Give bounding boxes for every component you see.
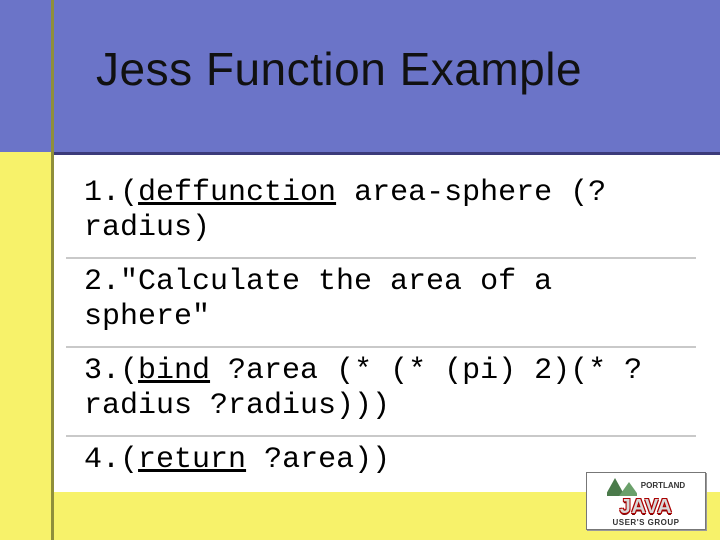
keyword-deffunction: deffunction	[138, 176, 336, 210]
line-number: 1.	[84, 176, 120, 210]
line-number: 3.	[84, 354, 120, 388]
line-number: 4.	[84, 443, 120, 477]
code-line-2: 2."Calculate the area of a sphere"	[66, 259, 696, 348]
code-text: ?area))	[246, 443, 390, 477]
code-line-1: 1.(deffunction area-sphere (?radius)	[66, 170, 696, 259]
logo-org: PORTLAND	[641, 482, 685, 490]
paren: (	[120, 443, 138, 477]
code-text: 2."Calculate the area of a sphere"	[84, 265, 552, 334]
code-list: 1.(deffunction area-sphere (?radius) 2."…	[66, 170, 696, 490]
portland-java-logo: PORTLAND JAVA USER'S GROUP	[586, 472, 706, 530]
paren: (	[120, 354, 138, 388]
logo-top-row: PORTLAND	[607, 476, 685, 496]
keyword-return: return	[138, 443, 246, 477]
vertical-rule	[51, 0, 54, 540]
paren: (	[120, 176, 138, 210]
slide-title: Jess Function Example	[96, 42, 696, 96]
logo-java-text: JAVA	[620, 498, 672, 516]
code-line-3: 3.(bind ?area (* (* (pi) 2)(* ?radius ?r…	[66, 348, 696, 437]
mountain-icon	[607, 476, 637, 496]
keyword-bind: bind	[138, 354, 210, 388]
slide: Jess Function Example 1.(deffunction are…	[0, 0, 720, 540]
logo-group-text: USER'S GROUP	[612, 518, 679, 527]
